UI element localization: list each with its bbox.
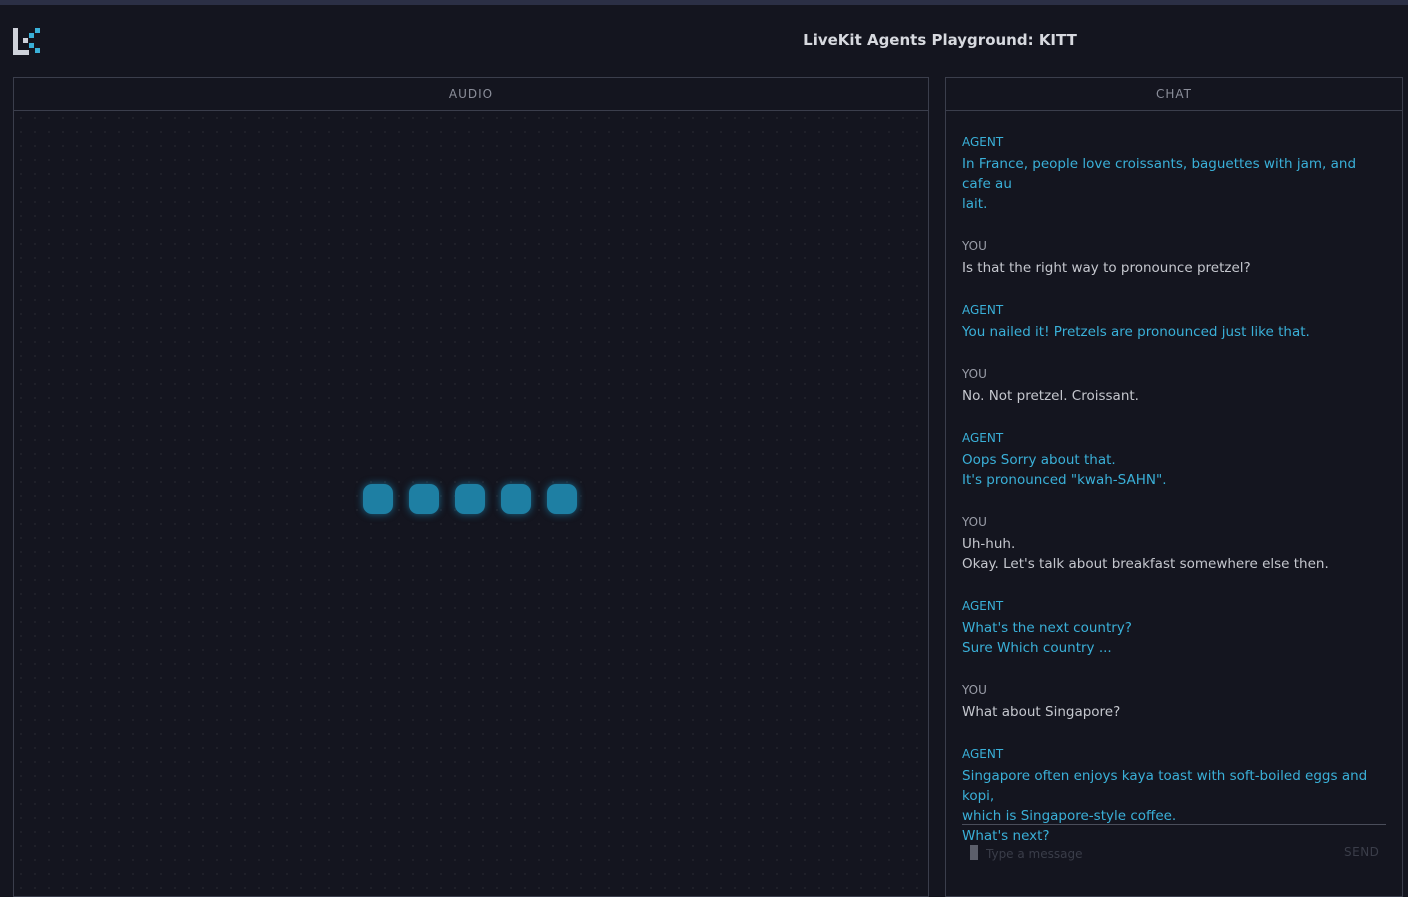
chat-message: AGENT Oops Sorry about that. It's pronounc… [962, 430, 1382, 490]
chat-input-divider [962, 824, 1386, 825]
chat-message: AGENT Singapore often enjoys kaya toast w… [962, 746, 1382, 846]
chat-message-text: In France, people love croissants, bague… [962, 156, 1357, 192]
chat-message: YOU Is that the right way to pronounce pr… [962, 238, 1382, 278]
audio-panel: AUDIO [13, 77, 929, 897]
chat-message: AGENT What's the next country? Sure Which … [962, 598, 1382, 658]
audio-visualizer [363, 484, 577, 514]
chat-message: AGENT In France, people love croissants, … [962, 134, 1382, 214]
chat-message-sender: YOU [962, 683, 987, 697]
chat-message-text: Is that the right way to pronounce pretz… [962, 260, 1251, 276]
chat-message-sender: YOU [962, 515, 987, 529]
chat-message-text: lait. [962, 196, 988, 212]
chat-message-sender: AGENT [962, 747, 1004, 761]
chat-message-sender: AGENT [962, 599, 1004, 613]
chat-message-text: What about Singapore? [962, 704, 1121, 720]
chat-panel-header: CHAT [946, 78, 1402, 111]
chat-message-sender: AGENT [962, 303, 1004, 317]
chat-message-text: What's the next country? [962, 620, 1132, 636]
visualizer-bar [363, 484, 393, 514]
chat-message-sender: YOU [962, 239, 987, 253]
chat-message: AGENT You nailed it! Pretzels are pronoun… [962, 302, 1382, 342]
visualizer-bar [501, 484, 531, 514]
chat-panel: CHAT AGENT In France, people love croissa… [945, 77, 1403, 897]
chat-message-sender: AGENT [962, 431, 1004, 445]
visualizer-bar [547, 484, 577, 514]
audio-panel-header: AUDIO [14, 78, 928, 111]
chat-message-text: It's pronounced "kwah-SAHN". [962, 472, 1167, 488]
chat-message: YOU No. Not pretzel. Croissant. [962, 366, 1382, 406]
page-title: LiveKit Agents Playground: KITT [803, 31, 1077, 49]
chat-message-sender: YOU [962, 367, 987, 381]
chat-message: YOU Uh-huh. Okay. Let's talk about breakfa… [962, 514, 1382, 574]
send-button[interactable]: SEND [1344, 845, 1379, 859]
chat-message-text: Okay. Let's talk about breakfast somewhe… [962, 556, 1329, 572]
chat-message-text: You nailed it! Pretzels are pronounced j… [962, 324, 1310, 340]
visualizer-bar [409, 484, 439, 514]
chat-message-text: Singapore often enjoys kaya toast with s… [962, 768, 1368, 804]
top-strip [0, 0, 1408, 5]
chat-message: YOU What about Singapore? [962, 682, 1382, 722]
audio-visualizer-area [14, 111, 928, 896]
text-cursor-icon [970, 845, 978, 860]
chat-message-text: which is Singapore-style coffee. [962, 808, 1177, 824]
chat-message-input[interactable] [984, 842, 1318, 866]
chat-message-list: AGENT In France, people love croissants, … [962, 134, 1382, 870]
chat-message-text: Oops Sorry about that. [962, 452, 1116, 468]
chat-message-text: Uh-huh. [962, 536, 1016, 552]
visualizer-bar [455, 484, 485, 514]
chat-message-text: No. Not pretzel. Croissant. [962, 388, 1139, 404]
chat-message-sender: AGENT [962, 135, 1004, 149]
chat-message-text: Sure Which country ... [962, 640, 1112, 656]
livekit-logo-icon [13, 28, 40, 55]
